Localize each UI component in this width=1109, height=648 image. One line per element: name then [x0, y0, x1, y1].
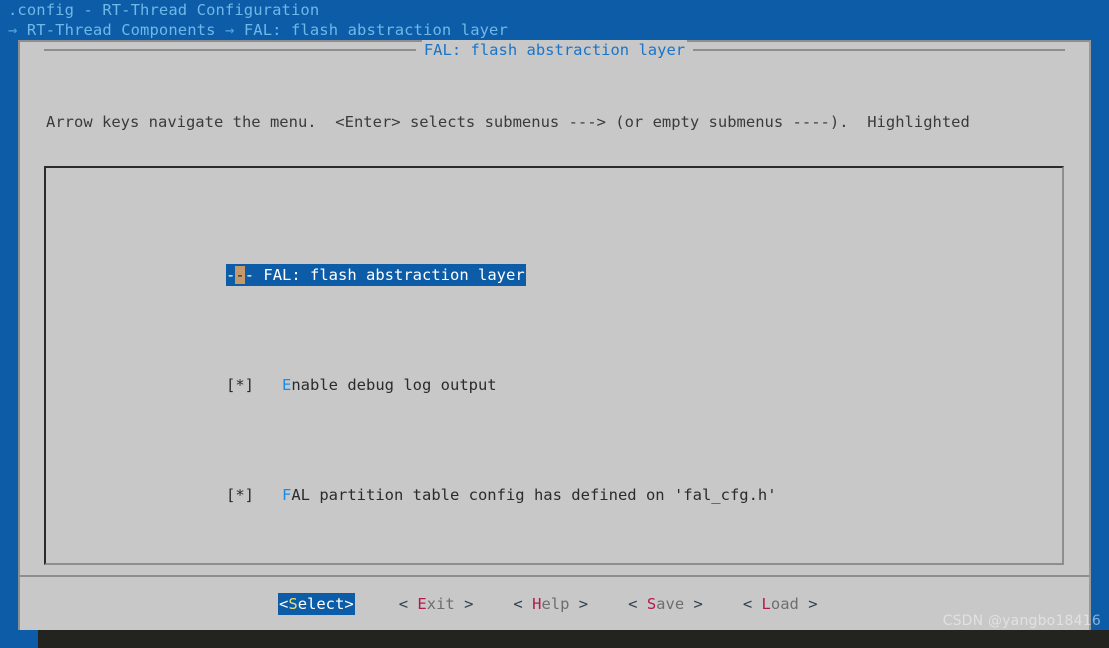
select-button[interactable]: <Select> [278, 593, 355, 615]
menu-item-partition-table-config[interactable]: [*] FAL partition table config has defin… [226, 484, 777, 506]
menu-item-label-1: nable debug log output [291, 376, 497, 394]
watermark: CSDN @yangbo18416 [942, 613, 1101, 629]
load-button[interactable]: < Load > [743, 593, 818, 615]
dialog-frame-title: FAL: flash abstraction layer [20, 40, 1089, 60]
save-button[interactable]: < Save > [628, 593, 703, 615]
text-cursor: - [235, 266, 245, 284]
exit-button[interactable]: < Exit > [399, 593, 474, 615]
load-button-gap-2 [799, 595, 808, 613]
frame-rule-left [43, 49, 416, 51]
help-button-open-bracket: < [513, 595, 523, 613]
help-button-close-bracket: > [578, 595, 589, 613]
breadcrumb-spacer-2 [216, 21, 225, 39]
save-button-hotkey: S [646, 595, 657, 613]
terminal-header: .config - RT-Thread Configuration → RT-T… [0, 0, 1109, 40]
menuconfig-dialog: FAL: flash abstraction layer Arrow keys … [18, 40, 1091, 632]
menu-item-enable-debug-log[interactable]: [*] Enable debug log output [226, 374, 777, 396]
breadcrumb-spacer-1 [17, 21, 26, 39]
load-button-open-bracket: < [742, 595, 753, 613]
load-button-close-bracket: > [808, 595, 818, 613]
save-button-close-bracket: > [693, 595, 703, 613]
frame-rule-right [693, 49, 1066, 51]
menu-item-prefix-0: - [226, 266, 236, 284]
load-button-hotkey: L [761, 595, 771, 613]
menu-item-checkbox-1[interactable]: [*] [226, 376, 282, 394]
menu-row-wrapper-0: --- FAL: flash abstraction layer [226, 264, 777, 286]
breadcrumb-item-fal[interactable]: FAL: flash abstraction layer [244, 21, 508, 39]
breadcrumb-item-components[interactable]: RT-Thread Components [27, 21, 216, 39]
menu-list: --- FAL: flash abstraction layer [*] Ena… [226, 176, 777, 563]
config-title: .config - RT-Thread Configuration [8, 1, 320, 19]
save-button-label: ave [656, 595, 685, 613]
breadcrumb: → RT-Thread Components → FAL: flash abst… [0, 20, 1109, 40]
button-bar-separator [20, 575, 1089, 577]
exit-button-gap-2 [455, 595, 464, 613]
menu-item-hotkey-1: E [282, 376, 292, 394]
help-line-1: Arrow keys navigate the menu. <Enter> se… [46, 113, 970, 131]
menu-item-checkbox-2[interactable]: [*] [226, 486, 282, 504]
menu-item-label-2: AL partition table config has defined on… [291, 486, 777, 504]
save-button-gap-2 [684, 595, 693, 613]
help-button-label: elp [541, 595, 570, 613]
load-button-label: oad [770, 595, 799, 613]
dialog-button-bar: <Select> < Exit > < Help > < Save > < Lo… [20, 589, 1089, 619]
load-button-gap-1 [752, 595, 761, 613]
terminal-window: .config - RT-Thread Configuration → RT-T… [0, 0, 1109, 648]
menu-item-prefix-0b: - [244, 266, 264, 284]
select-button-hotkey: S [288, 595, 298, 613]
help-button[interactable]: < Help > [513, 593, 588, 615]
exit-button-gap-1 [408, 595, 417, 613]
menu-list-box[interactable]: --- FAL: flash abstraction layer [*] Ena… [44, 166, 1064, 565]
exit-button-label: xit [426, 595, 455, 613]
select-button-close-bracket: > [344, 595, 354, 613]
breadcrumb-arrow-icon-2: → [224, 21, 235, 39]
menu-item-hotkey-2: F [282, 486, 292, 504]
exit-button-open-bracket: < [398, 595, 409, 613]
terminal-bottom-strip [0, 630, 1109, 648]
select-button-open-bracket: < [279, 595, 289, 613]
breadcrumb-spacer-3 [234, 21, 243, 39]
terminal-bottom-left-accent [0, 630, 38, 648]
menu-item-fal-submenu[interactable]: --- FAL: flash abstraction layer [226, 264, 526, 286]
exit-button-hotkey: E [417, 595, 427, 613]
help-button-gap-2 [569, 595, 578, 613]
exit-button-close-bracket: > [464, 595, 474, 613]
help-button-gap-1 [523, 595, 532, 613]
menu-item-label-0: FAL: flash abstraction layer [263, 266, 525, 284]
frame-title-text: FAL: flash abstraction layer [421, 40, 688, 60]
select-button-label: elect [297, 595, 345, 613]
save-button-gap-1 [637, 595, 646, 613]
